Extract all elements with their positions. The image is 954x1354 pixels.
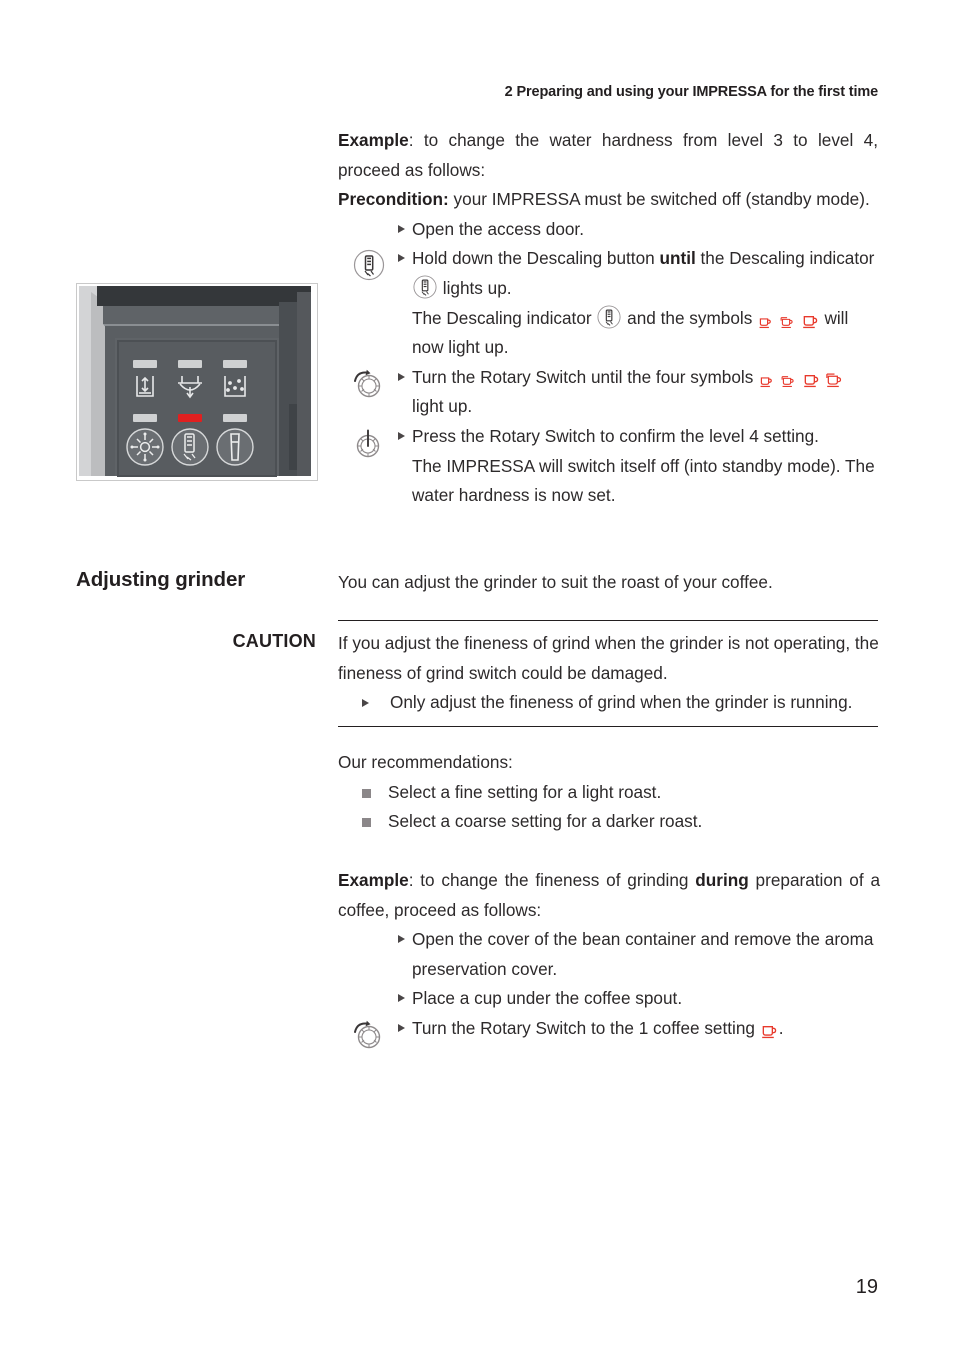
machine-panel-image [76,283,318,481]
descaling-indicator-icon [412,274,438,300]
precondition-label: Precondition: [338,189,449,210]
rotary-switch-turn-icon [350,1020,386,1050]
body-column: Example: to change the water hardness fr… [338,126,878,511]
example-pre-2: : to change the fineness of grinding [408,870,696,890]
step-text-pre: Turn the Rotary Switch to the 1 coffee s… [412,1017,760,1038]
list-item-open-bean-container: Open the cover of the bean container and… [338,925,880,984]
grinder-example-block: Example: to change the fineness of grind… [338,866,880,1049]
step-text-post-a: the Descaling indicator [695,248,875,269]
cup-small-double-icon [779,313,796,330]
machine-panel-illustration [77,284,315,478]
cup-large-icon [802,370,821,389]
grinder-steps-list: Open the cover of the bean container and… [338,925,880,1049]
triangle-bullet-icon [398,935,405,944]
page-title: Adjusting grinder [76,568,246,591]
cup-large-icon [801,311,820,330]
triangle-bullet-icon [398,224,405,233]
caution-block: If you adjust the fineness of grind when… [338,629,880,718]
precondition-text: your IMPRESSA must be switched off (stan… [448,189,870,210]
cup-small-icon [758,372,775,389]
example-text-1: : to change the water hardness from leve… [338,130,878,180]
precondition-paragraph: Precondition: your IMPRESSA must be swit… [338,185,878,215]
triangle-bullet-icon [398,1023,405,1032]
example-bold-2: during [695,870,749,890]
list-item-hold-descaling-button: Hold down the Descaling button until the… [338,244,878,303]
recommendations-list: Select a fine setting for a light roast.… [338,778,880,837]
cont-text-pre: The Descaling indicator [412,307,597,328]
caution-rule-bottom [338,726,878,727]
grinder-intro: You can adjust the grinder to suit the r… [338,572,773,592]
hardness-steps-list: Open the access door. Hold down the Desc… [338,215,878,511]
example-paragraph-2: Example: to change the fineness of grind… [338,866,880,925]
cup-small-icon [757,313,774,330]
list-item-switch-off-result: The IMPRESSA will switch itself off (int… [338,452,878,511]
page-number: 19 [855,1276,878,1298]
step-text-post-b: lights up. [438,277,512,298]
recommendation-text: Select a fine setting for a light roast. [388,781,662,802]
cont-text-mid: and the symbols [622,307,758,328]
example-label-1: Example [338,130,409,150]
list-item-open-access-door: Open the access door. [338,215,878,245]
triangle-bullet-icon [398,431,405,440]
caution-bullet-item: Only adjust the fineness of grind when t… [338,688,880,718]
example-label-2: Example [338,870,409,890]
recommendations-label: Our recommendations: [338,752,513,772]
step-text: Open the access door. [412,218,584,239]
list-item-turn-rotary-four-symbols: Turn the Rotary Switch until the four sy… [338,363,878,422]
step-text-pre: Turn the Rotary Switch until the four sy… [412,366,759,387]
square-bullet-icon [362,818,371,828]
cont-text: The IMPRESSA will switch itself off (int… [412,455,875,506]
step-text: Press the Rotary Switch to confirm the l… [412,425,819,446]
example-paragraph-1: Example: to change the water hardness fr… [338,126,878,185]
triangle-bullet-icon [398,372,405,381]
recommendation-text: Select a coarse setting for a darker roa… [388,811,703,832]
chapter-number: 2 [504,84,513,100]
caution-rule-top [338,620,878,621]
step-text-post: . [778,1017,784,1038]
list-item: Select a coarse setting for a darker roa… [338,807,880,837]
step-text: Open the cover of the bean container and… [412,929,874,979]
cup-large-icon [760,1021,779,1040]
triangle-bullet-icon [398,994,405,1003]
step-text: Place a cup under the coffee spout. [412,988,683,1009]
recommendations-block: Our recommendations: Select a fine setti… [338,748,880,837]
triangle-bullet-icon [362,699,369,708]
list-item-press-rotary-confirm: Press the Rotary Switch to confirm the l… [338,422,878,458]
manual-page: 2 Preparing and using your IMPRESSA for t… [0,0,954,1354]
triangle-bullet-icon [398,254,405,263]
descaling-button-icon [352,248,386,282]
cup-small-double-icon [780,372,797,389]
cup-large-double-icon [825,370,844,389]
list-item-descaling-lights: The Descaling indicator and the symbols … [338,304,878,363]
step-text-post: light up. [412,396,473,417]
caution-bullet-text: Only adjust the fineness of grind when t… [390,692,853,713]
square-bullet-icon [362,788,371,798]
step-text-pre: Hold down the Descaling button [412,248,660,269]
step-text-bold: until [659,248,696,269]
rotary-switch-turn-icon [350,369,386,399]
list-item: Select a fine setting for a light roast. [338,778,880,808]
descaling-indicator-icon [596,304,622,330]
caution-text: If you adjust the fineness of grind when… [338,633,879,683]
list-item-place-cup: Place a cup under the coffee spout. [338,984,880,1014]
chapter-title: Preparing and using your IMPRESSA for th… [516,84,879,100]
running-header: 2 Preparing and using your IMPRESSA for t… [338,84,879,100]
list-item-turn-rotary-one-coffee: Turn the Rotary Switch to the 1 coffee s… [338,1014,880,1049]
caution-label: CAUTION [232,631,316,651]
